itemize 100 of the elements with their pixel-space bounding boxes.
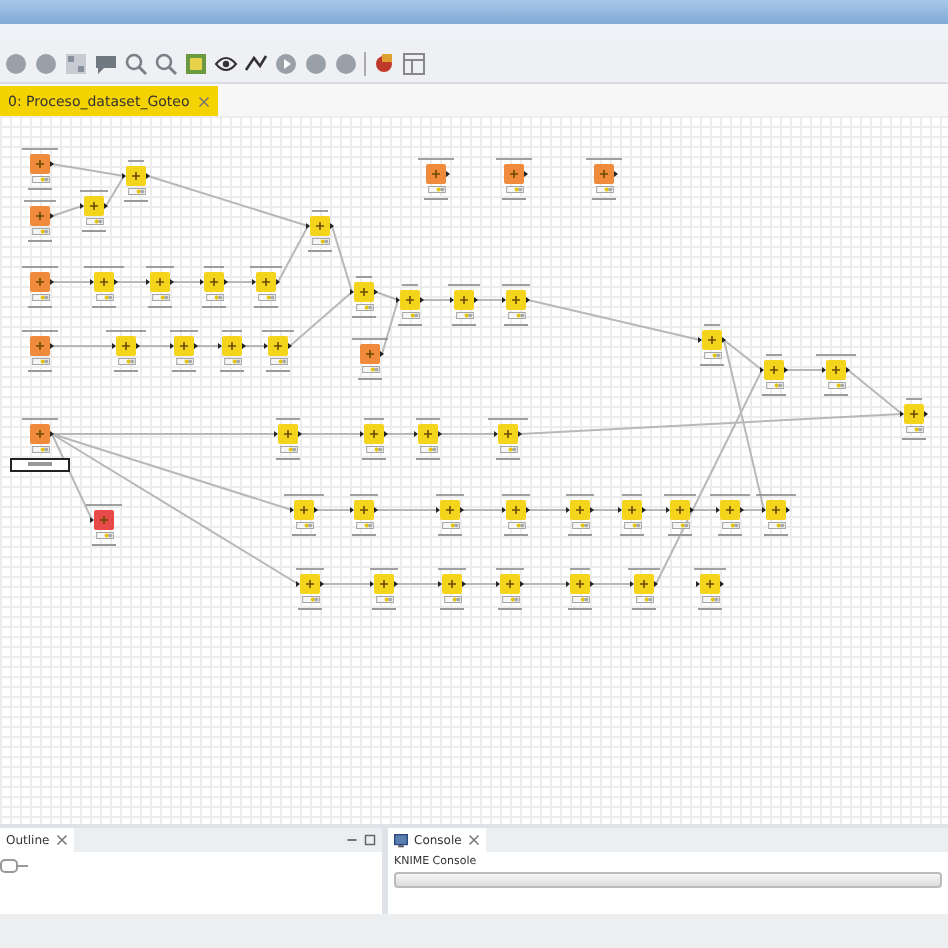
- node-icon[interactable]: [618, 500, 646, 520]
- node-icon[interactable]: [494, 424, 522, 444]
- node-icon[interactable]: [90, 510, 118, 530]
- status-light: [455, 312, 473, 319]
- node-icon[interactable]: [438, 574, 466, 594]
- eye-icon[interactable]: [214, 51, 238, 75]
- node-icon[interactable]: [264, 336, 292, 356]
- node-icon[interactable]: [696, 574, 724, 594]
- connection-line: [115, 281, 149, 283]
- panel-icon[interactable]: [402, 51, 426, 75]
- status-light: [507, 312, 525, 319]
- status-light: [301, 596, 319, 603]
- connection-line: [521, 583, 569, 585]
- close-icon[interactable]: [467, 834, 480, 846]
- connection-line: [385, 433, 417, 435]
- node-icon[interactable]: [350, 282, 378, 302]
- connection-line: [315, 509, 353, 511]
- node-icon[interactable]: [500, 164, 528, 184]
- node-icon[interactable]: [290, 500, 318, 520]
- node-icon[interactable]: [296, 574, 324, 594]
- close-icon[interactable]: [197, 95, 210, 107]
- node-icon[interactable]: [146, 272, 174, 292]
- status-light: [595, 186, 613, 193]
- status-light: [205, 294, 223, 301]
- status-light: [223, 358, 241, 365]
- status-light: [31, 358, 49, 365]
- node-icon[interactable]: [900, 404, 928, 424]
- node-icon[interactable]: [566, 500, 594, 520]
- node-icon[interactable]: [502, 290, 530, 310]
- status-light: [441, 522, 459, 529]
- connection-line: [195, 345, 221, 347]
- node-icon[interactable]: [666, 500, 694, 520]
- node-icon[interactable]: [590, 164, 618, 184]
- node-icon[interactable]: [26, 206, 54, 226]
- node-icon[interactable]: [450, 290, 478, 310]
- node-icon[interactable]: [630, 574, 658, 594]
- status-light: [571, 596, 589, 603]
- status-light: [443, 596, 461, 603]
- status-light: [401, 312, 419, 319]
- node-icon[interactable]: [566, 574, 594, 594]
- status-light: [361, 366, 379, 373]
- status-light: [701, 596, 719, 603]
- node-icon[interactable]: [360, 424, 388, 444]
- node-icon[interactable]: [822, 360, 850, 380]
- zoom-icon[interactable]: [154, 51, 178, 75]
- status-light: [311, 238, 329, 245]
- node-icon[interactable]: [762, 500, 790, 520]
- status-light: [571, 522, 589, 529]
- status-light: [765, 382, 783, 389]
- node-icon[interactable]: [200, 272, 228, 292]
- minimize-icon[interactable]: [346, 834, 358, 846]
- node-icon[interactable]: [760, 360, 788, 380]
- status-light: [365, 446, 383, 453]
- node-icon[interactable]: [112, 336, 140, 356]
- status-light: [623, 522, 641, 529]
- close-icon[interactable]: [55, 834, 68, 846]
- status-light: [127, 188, 145, 195]
- node-icon[interactable]: [26, 272, 54, 292]
- status-light: [827, 382, 845, 389]
- node-icon[interactable]: [502, 500, 530, 520]
- link-icon[interactable]: [244, 51, 268, 75]
- name-edit-field[interactable]: [10, 457, 70, 471]
- status-light: [507, 522, 525, 529]
- bug-icon[interactable]: [372, 51, 396, 75]
- node-icon[interactable]: [26, 424, 54, 444]
- node-icon[interactable]: [396, 290, 424, 310]
- node-icon[interactable]: [496, 574, 524, 594]
- node-icon[interactable]: [414, 424, 442, 444]
- node-icon[interactable]: [218, 336, 246, 356]
- node-icon[interactable]: [356, 344, 384, 364]
- zoom-icon[interactable]: [124, 51, 148, 75]
- node-icon[interactable]: [422, 164, 450, 184]
- status-light: [295, 522, 313, 529]
- status-light: [269, 358, 287, 365]
- status-light: [151, 294, 169, 301]
- chat-icon[interactable]: [94, 51, 118, 75]
- status-light: [427, 186, 445, 193]
- node-icon[interactable]: [716, 500, 744, 520]
- node-icon[interactable]: [350, 500, 378, 520]
- node-icon[interactable]: [122, 166, 150, 186]
- maximize-icon[interactable]: [364, 834, 376, 846]
- node-icon[interactable]: [26, 336, 54, 356]
- scroll-bar[interactable]: [394, 872, 942, 888]
- node-icon[interactable]: [90, 272, 118, 292]
- node-icon[interactable]: [274, 424, 302, 444]
- connection-line: [375, 509, 439, 511]
- node-icon[interactable]: [170, 336, 198, 356]
- node-icon[interactable]: [26, 154, 54, 174]
- node-icon[interactable]: [370, 574, 398, 594]
- node-icon[interactable]: [252, 272, 280, 292]
- node-icon[interactable]: [306, 216, 334, 236]
- grid-icon[interactable]: [64, 51, 88, 75]
- status-light: [257, 294, 275, 301]
- node-icon[interactable]: [80, 196, 108, 216]
- status-light: [703, 352, 721, 359]
- status-light: [671, 522, 689, 529]
- status-light: [905, 426, 923, 433]
- node-icon[interactable]: [698, 330, 726, 350]
- node-icon[interactable]: [436, 500, 464, 520]
- status-light: [419, 446, 437, 453]
